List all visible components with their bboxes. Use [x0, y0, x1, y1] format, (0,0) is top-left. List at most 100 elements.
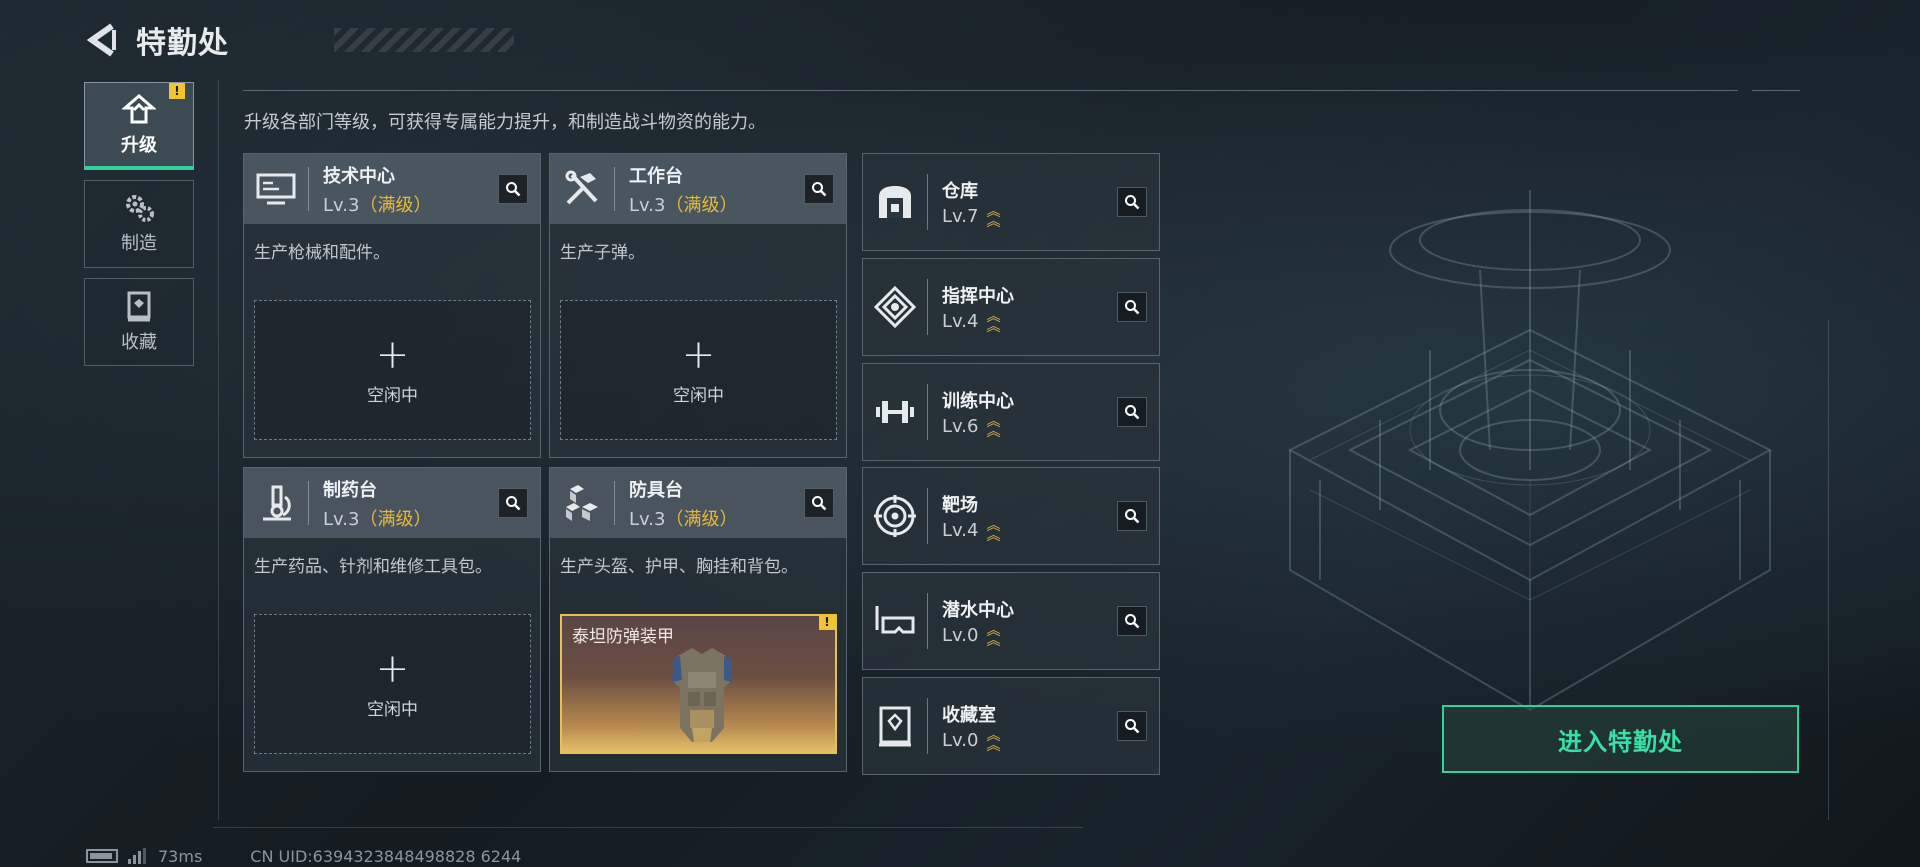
- card-titles: 靶场 Lv.4 ︽ ︽: [942, 491, 1001, 544]
- tools-icon: [550, 154, 614, 224]
- slot-status: 空闲中: [673, 385, 724, 406]
- status-bar: 73ms CN UID:6394323848498828 6244: [86, 846, 521, 866]
- inspect-button[interactable]: [804, 488, 834, 518]
- separator: [927, 488, 928, 544]
- card-name: 靶场: [942, 495, 978, 516]
- upgrade-available-icon: ︽ ︽: [986, 309, 1001, 335]
- target-icon: [863, 467, 927, 565]
- inspect-button[interactable]: [1117, 606, 1147, 636]
- facility-command-center: 指挥中心 Lv.4 ︽ ︽: [862, 258, 1160, 356]
- inspect-button[interactable]: [1117, 292, 1147, 322]
- card-level: Lv.3（满级）: [629, 505, 737, 531]
- back-button[interactable]: [84, 20, 120, 60]
- card-level: Lv.0 ︽ ︽: [942, 729, 1000, 753]
- production-slot[interactable]: + 空闲中: [254, 614, 531, 754]
- dumbbell-icon: [863, 363, 927, 461]
- card-name: 指挥中心: [942, 286, 1014, 307]
- separator: [927, 174, 928, 230]
- nav-label: 制造: [121, 233, 157, 254]
- card-workbench: 工作台 Lv.3（满级） 生产子弹。 + 空闲中: [549, 153, 847, 458]
- card-name: 潜水中心: [942, 600, 1014, 621]
- search-icon: [812, 496, 827, 511]
- card-level: Lv.3（满级）: [629, 191, 737, 217]
- inspect-button[interactable]: [1117, 711, 1147, 741]
- add-icon: +: [375, 331, 410, 378]
- alert-badge: !: [819, 614, 835, 630]
- level-text: Lv.3: [323, 194, 360, 216]
- production-slot[interactable]: + 空闲中: [254, 300, 531, 440]
- upgrade-icon: [122, 93, 156, 123]
- card-titles: 收藏室 Lv.0 ︽ ︽: [942, 701, 1000, 753]
- level-text: Lv.7: [942, 206, 979, 227]
- ping-value: 73ms: [158, 846, 203, 866]
- divider: [1828, 320, 1829, 820]
- card-titles: 训练中心 Lv.6 ︽ ︽: [942, 387, 1014, 439]
- facility-collection-room: 收藏室 Lv.0 ︽ ︽: [862, 677, 1160, 775]
- upgrade-available-icon: ︽ ︽: [986, 518, 1001, 544]
- command-icon: [863, 258, 927, 356]
- facility-training-center: 训练中心 Lv.6 ︽ ︽: [862, 363, 1160, 461]
- separator: [308, 167, 309, 211]
- search-icon: [506, 182, 521, 197]
- search-icon: [1125, 195, 1140, 210]
- signal-icon: [128, 848, 148, 864]
- inspect-button[interactable]: [1117, 397, 1147, 427]
- vault-icon: [863, 677, 927, 775]
- header: 特勤处: [84, 18, 514, 62]
- add-icon: +: [681, 331, 716, 378]
- card-header: 工作台 Lv.3（满级）: [550, 154, 846, 224]
- separator: [614, 481, 615, 525]
- production-slot[interactable]: + 空闲中: [560, 300, 837, 440]
- card-description: 生产药品、针剂和维修工具包。: [254, 557, 492, 577]
- card-pharmacy: 制药台 Lv.3（满级） 生产药品、针剂和维修工具包。 + 空闲中: [243, 467, 541, 772]
- max-level-tag: （满级）: [359, 508, 432, 530]
- nav-label: 升级: [121, 134, 157, 156]
- card-level: Lv.3（满级）: [323, 191, 431, 217]
- card-level: Lv.6 ︽ ︽: [942, 415, 1014, 439]
- gears-icon: [126, 195, 154, 222]
- inspect-button[interactable]: [1117, 501, 1147, 531]
- divider: [218, 80, 219, 820]
- upgrade-available-icon: ︽ ︽: [986, 623, 1001, 649]
- inspect-button[interactable]: [498, 488, 528, 518]
- card-level: Lv.3（满级）: [323, 505, 431, 531]
- nav-upgrade[interactable]: ! 升级: [84, 82, 194, 170]
- production-slot-item[interactable]: 泰坦防弹装甲 !: [560, 614, 837, 754]
- separator: [927, 593, 928, 649]
- inspect-button[interactable]: [804, 174, 834, 204]
- card-titles: 仓库 Lv.7 ︽ ︽: [942, 177, 1001, 230]
- separator: [927, 698, 928, 754]
- card-titles: 工作台 Lv.3（满级）: [629, 162, 737, 217]
- inspect-button[interactable]: [498, 174, 528, 204]
- inspect-button[interactable]: [1117, 187, 1147, 217]
- section-description: 升级各部门等级，可获得专属能力提升，和制造战斗物资的能力。: [244, 112, 766, 133]
- enter-hq-button[interactable]: 进入特勤处: [1442, 705, 1799, 773]
- side-nav: ! 升级 制造 收藏: [84, 82, 196, 376]
- card-header: 防具台 Lv.3（满级）: [550, 468, 846, 538]
- back-arrow-icon: [86, 23, 116, 57]
- card-level: Lv.7 ︽ ︽: [942, 204, 1001, 230]
- card-level: Lv.4 ︽ ︽: [942, 309, 1014, 335]
- facility-warehouse: 仓库 Lv.7 ︽ ︽: [862, 153, 1160, 251]
- upgrade-available-icon: ︽ ︽: [986, 204, 1001, 230]
- page-title: 特勤处: [136, 26, 229, 61]
- search-icon: [812, 182, 827, 197]
- card-description: 生产枪械和配件。: [254, 243, 390, 263]
- search-icon: [1125, 405, 1140, 420]
- base-wireframe-illustration: [1287, 190, 1773, 712]
- battery-icon: [86, 849, 118, 863]
- card-name: 技术中心: [323, 165, 395, 187]
- card-name: 训练中心: [942, 391, 1014, 412]
- card-level: Lv.4 ︽ ︽: [942, 518, 1001, 544]
- nav-label: 收藏: [121, 332, 157, 353]
- divider: [1752, 90, 1800, 91]
- level-text: Lv.0: [942, 730, 979, 751]
- search-icon: [506, 496, 521, 511]
- armor-parts-icon: [550, 468, 614, 538]
- nav-collection[interactable]: 收藏: [84, 278, 194, 366]
- separator: [308, 481, 309, 525]
- search-icon: [1125, 509, 1140, 524]
- level-text: Lv.4: [942, 520, 979, 541]
- card-header: 技术中心 Lv.3（满级）: [244, 154, 540, 224]
- nav-craft[interactable]: 制造: [84, 180, 194, 268]
